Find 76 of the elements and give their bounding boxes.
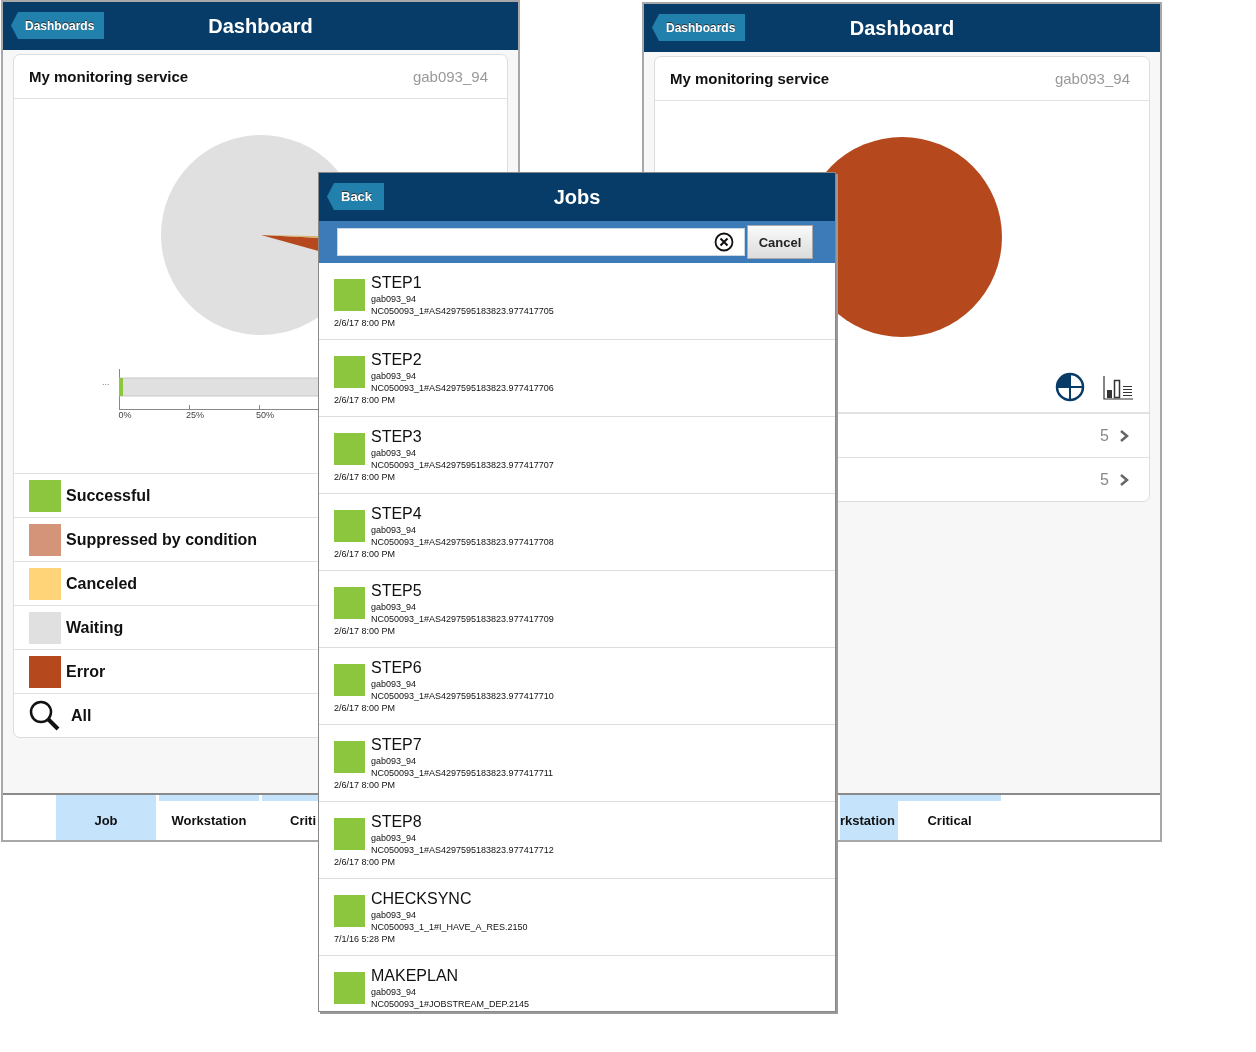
server-name: gab093_94 [371, 447, 418, 459]
job-id: NC050093_1#AS4297595183823.977417712 [371, 844, 554, 856]
tab[interactable]: rkstation [840, 795, 898, 840]
window-title: Dashboard [208, 14, 313, 38]
tick-label: 25% [185, 410, 205, 420]
row-label: Canceled [66, 574, 138, 593]
job-name: STEP7 [371, 735, 423, 755]
server-name: gab093_94 [371, 755, 418, 767]
card-title: My monitoring service [29, 68, 189, 85]
job-id: NC050093_1#AS4297595183823.977417706 [371, 382, 554, 394]
job-name: STEP6 [371, 658, 423, 678]
job-time: 2/6/17 8:00 PM [334, 548, 397, 560]
job-time: 2/6/17 8:00 PM [334, 625, 397, 637]
server-name: gab093_94 [371, 986, 418, 998]
server-name: gab093_94 [371, 293, 418, 305]
job-id: NC050093_1_1#I_HAVE_A_RES.2150 [371, 921, 528, 933]
window-title: Jobs [553, 185, 601, 209]
job-id: NC050093_1#AS4297595183823.977417707 [371, 459, 554, 471]
job-row[interactable]: STEP6 gab093_94 NC050093_1#AS4297595183823.977417710 2/6/17 8:00 PM [319, 648, 835, 725]
tick-label: 0% [117, 410, 133, 420]
job-row[interactable]: MAKEPLAN gab093_94 NC050093_1#JOBSTREAM_DEP.2145 [319, 956, 835, 1011]
job-row[interactable]: STEP7 gab093_94 NC050093_1#AS4297595183823.977417711 2/6/17 8:00 PM [319, 725, 835, 802]
job-name: STEP5 [371, 581, 423, 601]
axis-label: ... [102, 377, 110, 387]
server-name: gab093_94 [371, 909, 418, 921]
card-title: My monitoring service [670, 70, 830, 87]
cancel-button[interactable]: Cancel [747, 225, 813, 259]
job-name: STEP8 [371, 812, 423, 832]
server-name: gab093_94 [1054, 70, 1130, 87]
search-field[interactable] [337, 228, 745, 256]
count-label: 5 [1100, 426, 1109, 445]
back-button[interactable]: Back [327, 183, 385, 210]
job-row[interactable]: STEP4 gab093_94 NC050093_1#AS4297595183823.977417708 2/6/17 8:00 PM [319, 494, 835, 571]
row-label: Error [66, 662, 106, 681]
window-title: Dashboard [849, 16, 955, 40]
job-id: NC050093_1#AS4297595183823.977417711 [371, 767, 553, 779]
job-row[interactable]: STEP5 gab093_94 NC050093_1#AS4297595183823.977417709 2/6/17 8:00 PM [319, 571, 835, 648]
job-name: STEP3 [371, 427, 423, 447]
back-button[interactable]: Dashboards [11, 12, 105, 39]
job-time: 2/6/17 8:00 PM [334, 394, 397, 406]
row-label: All [71, 706, 92, 725]
job-row[interactable]: STEP8 gab093_94 NC050093_1#AS4297595183823.977417712 2/6/17 8:00 PM [319, 802, 835, 879]
job-name: MAKEPLAN [371, 966, 460, 986]
job-time: 2/6/17 8:00 PM [334, 317, 397, 329]
count-label: 5 [1100, 470, 1109, 489]
pie-chart-icon [1055, 371, 1085, 402]
clear-icon [714, 232, 734, 252]
server-name: gab093_94 [371, 524, 418, 536]
job-row[interactable]: STEP1 gab093_94 NC050093_1#AS4297595183823.977417705 2/6/17 8:00 PM [319, 263, 835, 340]
back-button[interactable]: Dashboards [652, 14, 746, 41]
job-row[interactable]: STEP3 gab093_94 NC050093_1#AS4297595183823.977417707 2/6/17 8:00 PM [319, 417, 835, 494]
job-name: STEP1 [371, 273, 423, 293]
bar-chart-icon [1103, 373, 1133, 400]
job-id: NC050093_1#JOBSTREAM_DEP.2145 [371, 998, 529, 1010]
server-name: gab093_94 [371, 370, 418, 382]
job-name: STEP2 [371, 350, 423, 370]
job-row[interactable]: CHECKSYNC gab093_94 NC050093_1_1#I_HAVE_A_RES.2150 7/1/16 5:28 PM [319, 879, 835, 956]
search-icon [29, 699, 61, 732]
job-time: 2/6/17 8:00 PM [334, 856, 397, 868]
tick-label: 50% [255, 410, 275, 420]
server-name: gab093_94 [371, 832, 418, 844]
job-row[interactable]: STEP2 gab093_94 NC050093_1#AS4297595183823.977417706 2/6/17 8:00 PM [319, 340, 835, 417]
chevron-icon [1119, 428, 1129, 443]
server-name: gab093_94 [371, 678, 418, 690]
row-label: Suppressed by condition [66, 530, 258, 549]
job-time: 2/6/17 8:00 PM [334, 471, 397, 483]
server-name: gab093_94 [412, 68, 488, 85]
row-label: Successful [66, 486, 151, 505]
job-time: 7/1/16 5:28 PM [334, 933, 397, 945]
chevron-icon [1119, 472, 1129, 487]
tab[interactable]: Job [56, 795, 156, 840]
job-id: NC050093_1#AS4297595183823.977417705 [371, 305, 554, 317]
job-time: 2/6/17 8:00 PM [334, 702, 397, 714]
row-label: Waiting [66, 618, 124, 637]
job-name: CHECKSYNC [371, 889, 473, 909]
job-time: 2/6/17 8:00 PM [334, 779, 397, 791]
